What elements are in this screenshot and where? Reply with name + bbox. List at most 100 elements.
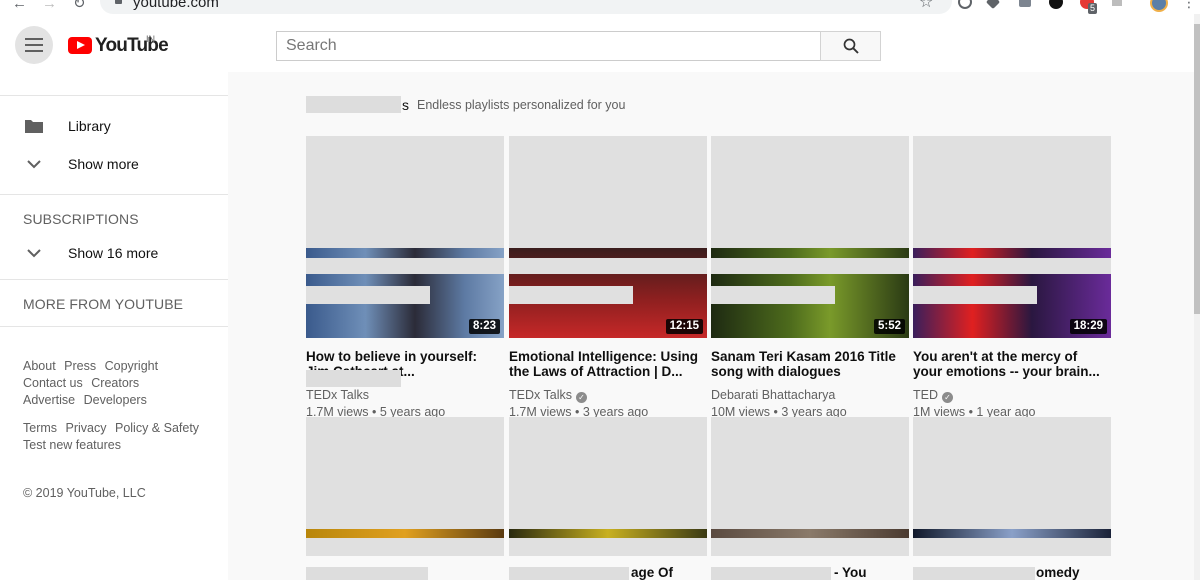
thumbnail-overlay-placeholder <box>306 286 430 304</box>
bookmark-star-icon[interactable]: ☆ <box>919 0 933 11</box>
footer-link-policy-safety[interactable]: Policy & Safety <box>115 421 199 435</box>
youtube-logo-icon[interactable] <box>68 37 92 54</box>
channel-name-text[interactable]: Debarati Bhattacharya <box>711 388 835 402</box>
search-input[interactable] <box>276 31 821 61</box>
back-icon[interactable]: ← <box>12 0 27 12</box>
video-title[interactable]: You aren't at the mercy of your emotions… <box>913 349 1109 379</box>
sidebar-item-show-more[interactable]: Show more <box>0 145 228 183</box>
guide-menu-button[interactable] <box>15 26 53 64</box>
browser-menu-icon[interactable]: ⋮ <box>1182 0 1196 10</box>
sidebar-item-label: Library <box>68 118 111 134</box>
sidebar-divider <box>0 279 228 280</box>
address-bar[interactable] <box>100 0 952 14</box>
duration-badge: 18:29 <box>1069 319 1107 334</box>
footer-link-privacy[interactable]: Privacy <box>66 421 107 435</box>
sidebar-divider <box>0 95 228 96</box>
thumbnail-placeholder <box>711 136 909 248</box>
video-title[interactable]: age Of <box>631 565 673 580</box>
extension-icon-4[interactable] <box>1049 0 1063 9</box>
hamburger-bar <box>25 50 43 52</box>
sidebar-item-library[interactable]: Library <box>0 107 228 145</box>
search-button[interactable] <box>820 31 881 61</box>
channel-placeholder <box>306 370 401 387</box>
verified-badge-icon: ✓ <box>942 392 953 403</box>
chevron-down-icon <box>27 249 41 258</box>
duration-badge: 5:52 <box>873 319 905 334</box>
footer-link-about[interactable]: About <box>23 359 56 373</box>
video-thumbnail[interactable]: 8:23 <box>306 248 504 338</box>
section-title-subscriptions: SUBSCRIPTIONS <box>23 211 139 227</box>
search-icon <box>843 38 859 54</box>
video-title[interactable]: Sanam Teri Kasam 2016 Title song with di… <box>711 349 907 379</box>
video-thumbnail[interactable] <box>306 529 504 538</box>
play-triangle-icon <box>77 41 85 49</box>
thumbnail-placeholder <box>509 136 707 248</box>
footer-link-contact[interactable]: Contact us <box>23 376 83 390</box>
video-title[interactable]: omedy <box>1036 565 1080 580</box>
footer-link-terms[interactable]: Terms <box>23 421 57 435</box>
browser-toolbar: ← → ↻ youtube.com ☆ 5 ⋮ <box>0 0 1200 14</box>
lock-icon[interactable] <box>115 0 122 4</box>
main-content: s Endless playlists personalized for you… <box>228 72 1194 580</box>
shelf-subtitle: Endless playlists personalized for you <box>417 98 626 112</box>
thumbnail-overlay-placeholder <box>913 538 1111 556</box>
logo-wordmark[interactable]: YouTube <box>95 35 169 57</box>
country-code: IN <box>146 34 155 44</box>
channel-name-text[interactable]: TED <box>913 388 938 402</box>
footer-link-developers[interactable]: Developers <box>84 393 147 407</box>
extension-icon-2[interactable] <box>985 0 1001 10</box>
extension-badge: 5 <box>1088 3 1098 14</box>
thumbnail-placeholder <box>509 417 707 529</box>
thumbnail-overlay-placeholder <box>306 258 504 274</box>
footer-link-copyright[interactable]: Copyright <box>105 359 159 373</box>
thumbnail-overlay-placeholder <box>509 538 707 556</box>
forward-icon[interactable]: → <box>42 0 57 12</box>
thumbnail-placeholder <box>306 417 504 529</box>
video-thumbnail[interactable]: 12:15 <box>509 248 707 338</box>
channel-name[interactable]: TEDx Talks <box>306 388 369 403</box>
page-scrollbar[interactable] <box>1194 14 1200 580</box>
hamburger-bar <box>25 38 43 40</box>
channel-name-text[interactable]: TEDx Talks <box>509 388 572 402</box>
footer-links-row: About Press Copyright <box>23 358 163 375</box>
sidebar-item-label: Show more <box>68 156 139 172</box>
footer-link-test-features[interactable]: Test new features <box>23 438 121 452</box>
video-thumbnail[interactable] <box>509 529 707 538</box>
extension-icon-3[interactable] <box>1019 0 1031 7</box>
footer-links-row: Test new features <box>23 437 126 454</box>
profile-avatar[interactable] <box>1150 0 1168 12</box>
channel-name[interactable]: TED ✓ <box>913 388 953 403</box>
reload-icon[interactable]: ↻ <box>73 0 86 12</box>
video-thumbnail[interactable]: 18:29 <box>913 248 1111 338</box>
video-thumbnail[interactable]: 5:52 <box>711 248 909 338</box>
channel-name-text[interactable]: TEDx Talks <box>306 388 369 402</box>
footer-link-creators[interactable]: Creators <box>91 376 139 390</box>
video-thumbnail[interactable] <box>711 529 909 538</box>
thumbnail-overlay-placeholder <box>913 286 1037 304</box>
footer-link-advertise[interactable]: Advertise <box>23 393 75 407</box>
title-placeholder <box>306 567 428 580</box>
thumbnail-placeholder <box>306 136 504 248</box>
video-title[interactable]: Emotional Intelligence: Using the Laws o… <box>509 349 705 379</box>
thumbnail-overlay-placeholder <box>913 258 1111 274</box>
extension-icon-6[interactable] <box>1112 0 1122 6</box>
channel-name[interactable]: TEDx Talks ✓ <box>509 388 587 403</box>
sidebar-item-label: Show 16 more <box>68 245 159 261</box>
url-text[interactable]: youtube.com <box>133 0 219 11</box>
shelf-title-placeholder <box>306 96 401 113</box>
sidebar: Library Show more SUBSCRIPTIONS Show 16 … <box>0 72 228 580</box>
shelf-title[interactable]: s <box>402 97 409 113</box>
scrollbar-thumb[interactable] <box>1194 24 1200 314</box>
thumbnail-overlay-placeholder <box>711 258 909 274</box>
verified-badge-icon: ✓ <box>575 392 587 403</box>
thumbnail-placeholder <box>711 417 909 529</box>
sidebar-item-show-subscriptions[interactable]: Show 16 more <box>0 234 228 272</box>
title-placeholder <box>509 567 629 580</box>
channel-name[interactable]: Debarati Bhattacharya <box>711 388 835 403</box>
footer-link-press[interactable]: Press <box>64 359 96 373</box>
video-title[interactable]: - You <box>834 565 867 580</box>
extension-icon-1[interactable] <box>958 0 972 9</box>
video-thumbnail[interactable] <box>913 529 1111 538</box>
sidebar-divider <box>0 194 228 195</box>
thumbnail-overlay-placeholder <box>711 538 909 556</box>
